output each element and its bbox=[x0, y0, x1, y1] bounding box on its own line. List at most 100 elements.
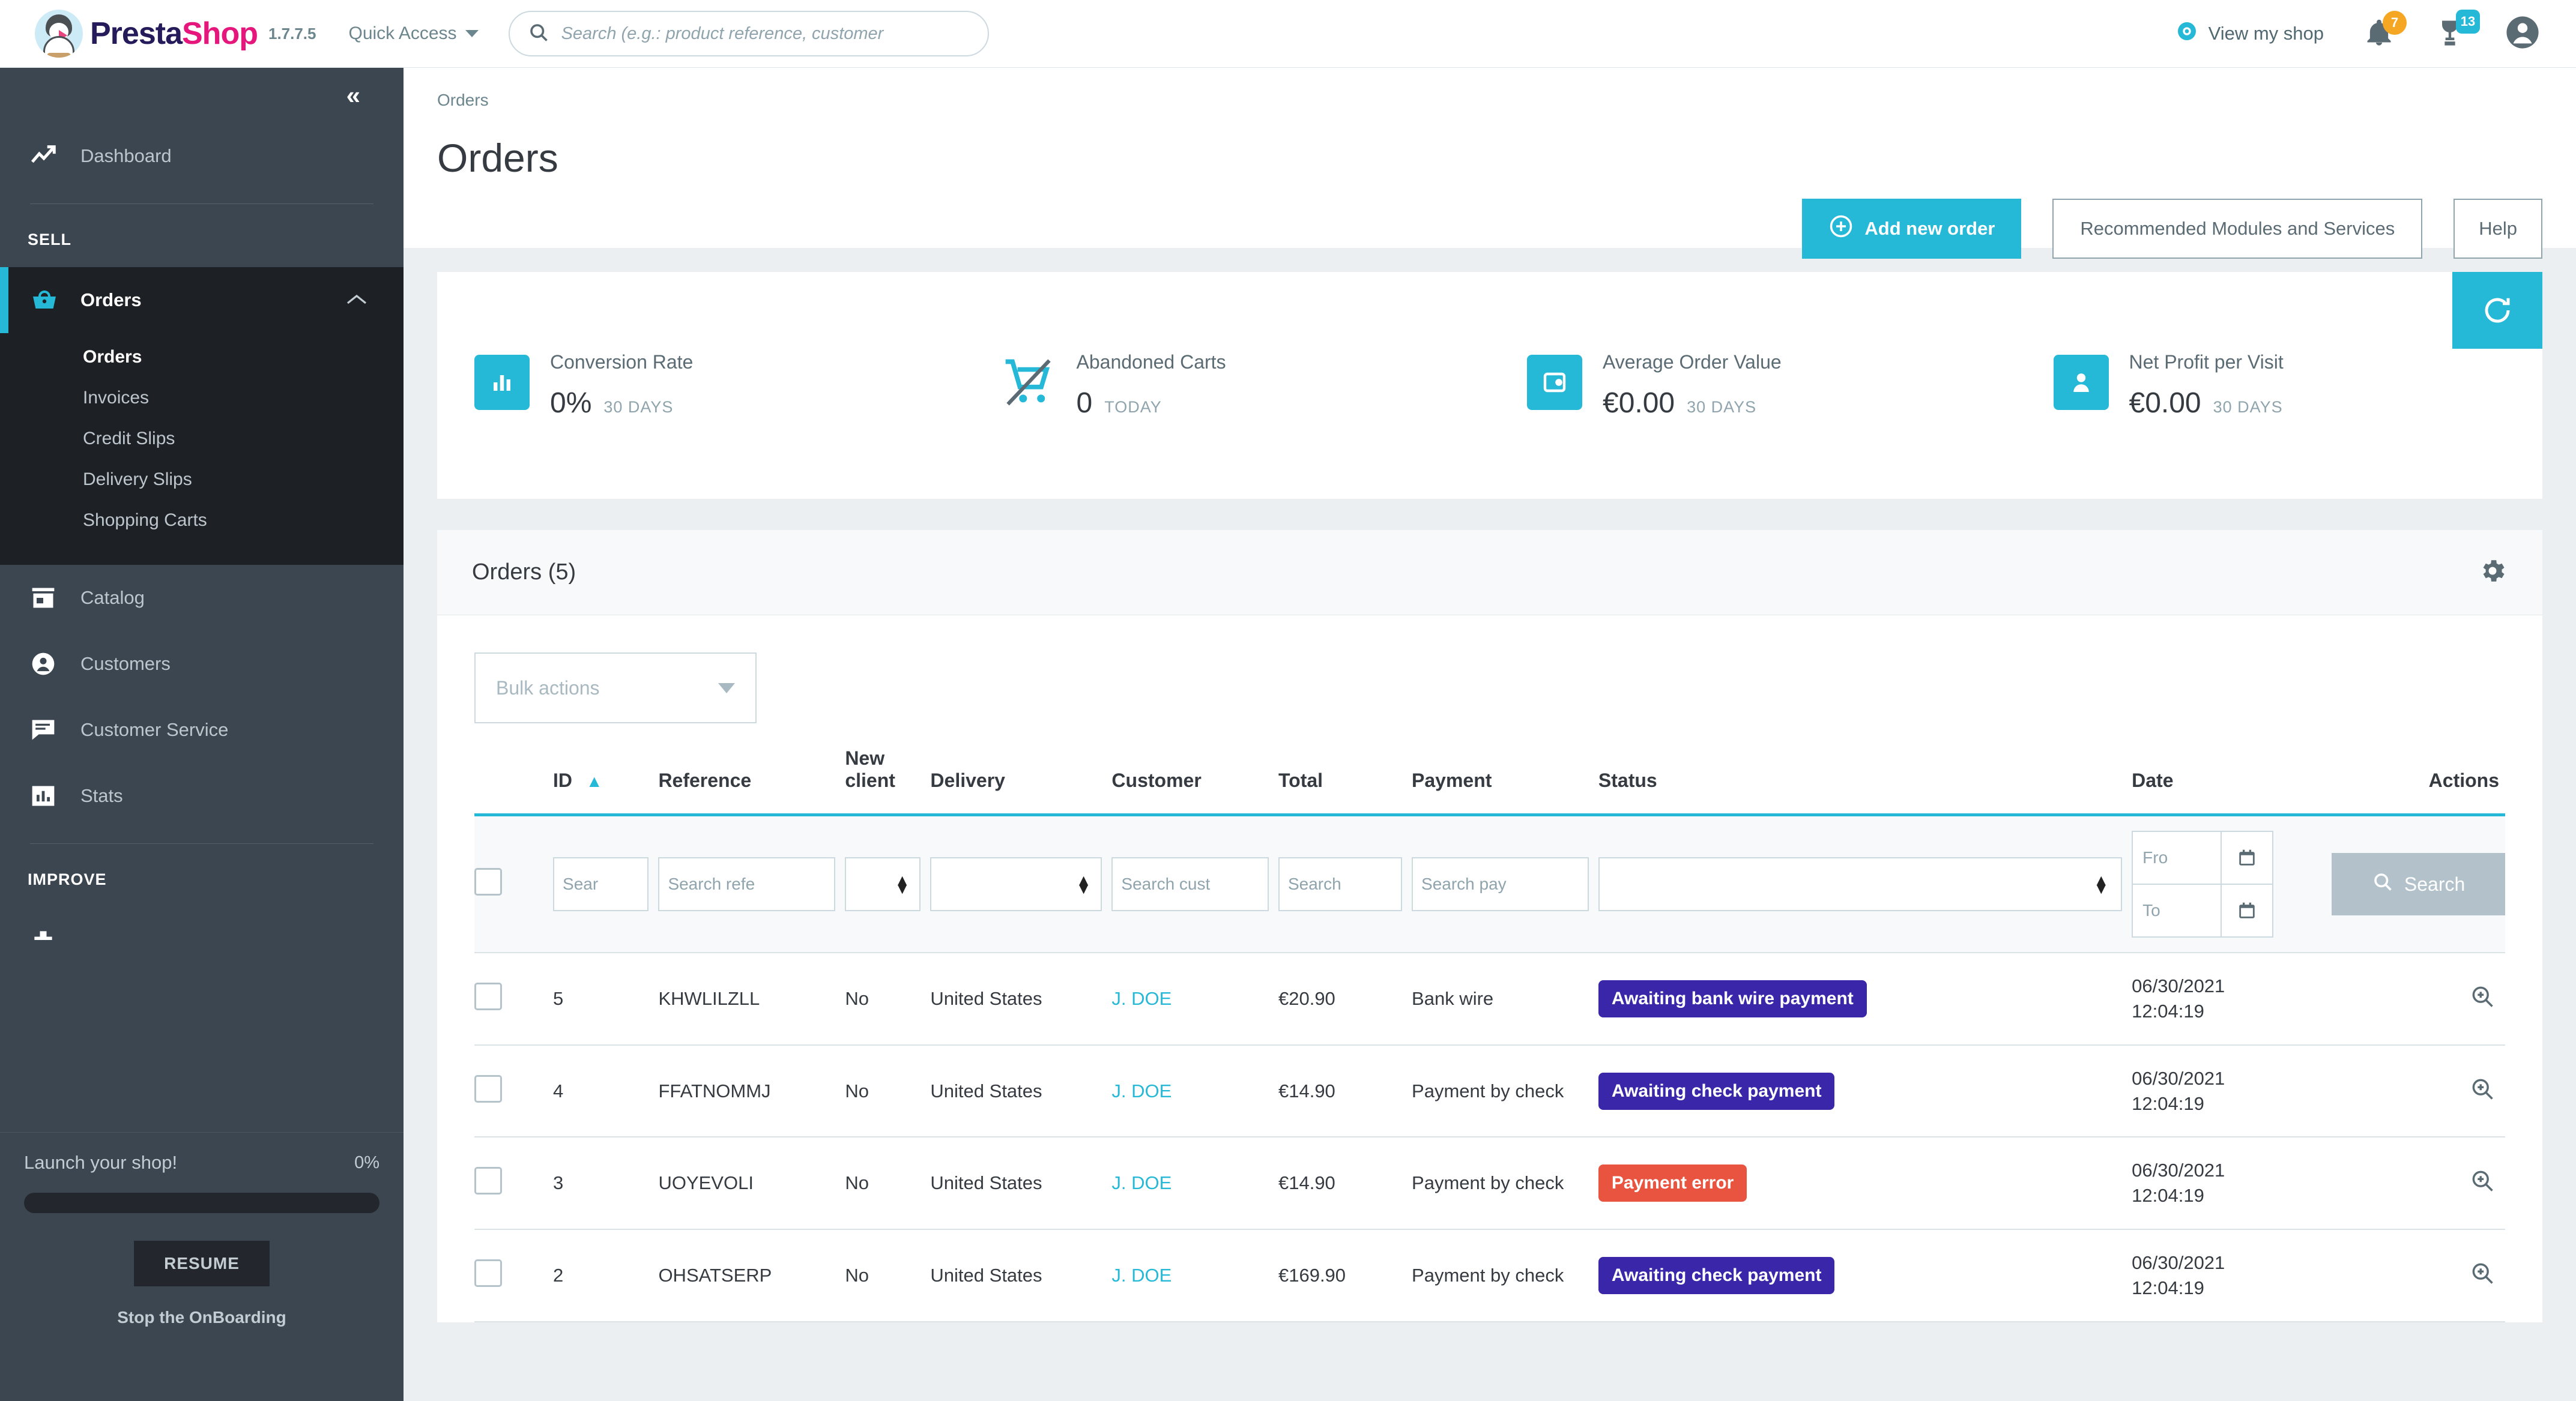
sidebar-section-sell: SELL bbox=[28, 230, 72, 249]
kpi-label: Net Profit per Visit bbox=[2129, 351, 2284, 373]
calendar-icon[interactable] bbox=[2221, 831, 2274, 885]
search-input[interactable] bbox=[561, 23, 970, 44]
th-reference[interactable]: Reference bbox=[658, 723, 845, 815]
kpi-period: 30 DAYS bbox=[2213, 398, 2283, 416]
help-button[interactable]: Help bbox=[2454, 199, 2542, 259]
cell-date: 06/30/2021 12:04:19 bbox=[2132, 1137, 2332, 1229]
th-customer[interactable]: Customer bbox=[1111, 723, 1278, 815]
row-checkbox[interactable] bbox=[474, 1259, 502, 1287]
row-checkbox[interactable] bbox=[474, 1074, 502, 1103]
search-filters-button[interactable]: Search bbox=[2332, 853, 2505, 915]
sidebar-submenu-orders: Orders Invoices Credit Slips Delivery Sl… bbox=[0, 333, 404, 565]
basket-icon bbox=[30, 286, 65, 315]
filter-customer-input[interactable] bbox=[1111, 857, 1269, 911]
notifications-bell-button[interactable]: 7 bbox=[2363, 10, 2407, 52]
th-delivery[interactable]: Delivery bbox=[930, 723, 1111, 815]
view-order-icon[interactable] bbox=[2469, 1263, 2496, 1291]
filter-id-input[interactable] bbox=[553, 857, 649, 911]
table-row[interactable]: 4 FFATNOMMJ No United States J. DOE €14.… bbox=[474, 1045, 2505, 1137]
row-checkbox[interactable] bbox=[474, 1167, 502, 1195]
th-id[interactable]: ID ▲ bbox=[553, 723, 658, 815]
select-all-checkbox[interactable] bbox=[474, 868, 502, 896]
table-row[interactable]: 3 UOYEVOLI No United States J. DOE €14.9… bbox=[474, 1137, 2505, 1230]
sidebar-item-dashboard[interactable]: Dashboard bbox=[0, 123, 404, 189]
filter-payment-input[interactable] bbox=[1412, 857, 1589, 911]
add-new-order-button[interactable]: Add new order bbox=[1802, 199, 2022, 259]
cell-customer[interactable]: J. DOE bbox=[1111, 953, 1278, 1045]
chevron-up-icon bbox=[346, 289, 367, 311]
plus-circle-icon bbox=[1828, 214, 1854, 244]
cell-actions bbox=[2332, 1229, 2505, 1322]
filter-date-to[interactable]: To bbox=[2132, 884, 2274, 938]
brand-logo[interactable]: PrestaShop 1.7.7.5 bbox=[35, 10, 316, 58]
view-order-icon[interactable] bbox=[2469, 986, 2496, 1014]
sidebar-subitem-delivery-slips[interactable]: Delivery Slips bbox=[0, 459, 404, 500]
th-payment[interactable]: Payment bbox=[1412, 723, 1598, 815]
cell-total: €14.90 bbox=[1278, 1080, 1335, 1101]
orders-table-head: ID ▲ Reference New client Delivery Custo… bbox=[474, 723, 2505, 815]
sidebar-collapse-button[interactable]: « bbox=[0, 68, 404, 123]
onboarding-percent: 0% bbox=[354, 1152, 379, 1172]
filter-reference-input[interactable] bbox=[658, 857, 836, 911]
orders-badge: 13 bbox=[2456, 9, 2480, 34]
cell-status: Awaiting check payment bbox=[1598, 1229, 2132, 1322]
cell-customer[interactable]: J. DOE bbox=[1111, 1229, 1278, 1322]
stop-onboarding-link[interactable]: Stop the OnBoarding bbox=[24, 1308, 379, 1327]
orders-notifications-button[interactable]: 13 bbox=[2434, 9, 2480, 52]
resume-button[interactable]: RESUME bbox=[134, 1241, 270, 1286]
sidebar-item-modules[interactable] bbox=[0, 907, 404, 973]
sidebar-item-catalog[interactable]: Catalog bbox=[0, 565, 404, 631]
bulk-actions-dropdown[interactable]: Bulk actions bbox=[474, 652, 757, 723]
chevron-down-icon bbox=[718, 682, 735, 693]
kpi-refresh-button[interactable] bbox=[2452, 272, 2542, 349]
global-search[interactable] bbox=[508, 11, 989, 56]
cell-actions bbox=[2332, 953, 2505, 1045]
sidebar-subitem-shopping-carts[interactable]: Shopping Carts bbox=[0, 500, 404, 541]
sidebar-subitem-orders[interactable]: Orders bbox=[0, 337, 404, 378]
th-total[interactable]: Total bbox=[1278, 723, 1412, 815]
th-select-all bbox=[474, 723, 553, 815]
view-order-icon[interactable] bbox=[2469, 1171, 2496, 1198]
page-header: Orders Orders Add new order Recommended … bbox=[404, 68, 2576, 259]
onboarding-header: Launch your shop! 0% bbox=[24, 1152, 379, 1174]
view-my-shop-link[interactable]: View my shop bbox=[2175, 19, 2324, 48]
cell-total: €20.90 bbox=[1278, 987, 1335, 1009]
filter-new-client-select[interactable]: ▲ ▼ bbox=[845, 857, 921, 911]
view-order-icon[interactable] bbox=[2469, 1079, 2496, 1106]
sidebar-section-improve: IMPROVE bbox=[28, 870, 107, 888]
cell-customer[interactable]: J. DOE bbox=[1111, 1137, 1278, 1229]
onboarding-progress-bar bbox=[24, 1193, 379, 1213]
sidebar-subitem-credit-slips[interactable]: Credit Slips bbox=[0, 418, 404, 459]
th-date[interactable]: Date bbox=[2132, 723, 2332, 815]
recommended-modules-button[interactable]: Recommended Modules and Services bbox=[2052, 199, 2423, 259]
cell-new-client: No bbox=[845, 1264, 869, 1286]
sidebar-item-label: Customers bbox=[80, 653, 171, 674]
cell-customer[interactable]: J. DOE bbox=[1111, 1045, 1278, 1137]
notifications-badge: 7 bbox=[2383, 10, 2407, 35]
calendar-icon[interactable] bbox=[2221, 884, 2274, 938]
gear-icon[interactable] bbox=[2478, 556, 2508, 589]
th-new-client[interactable]: New client bbox=[845, 723, 930, 815]
row-checkbox-cell bbox=[474, 953, 553, 1045]
page-title: Orders bbox=[437, 136, 558, 180]
cell-date-day: 06/30/2021 bbox=[2132, 1067, 2225, 1089]
table-row[interactable]: 2 OHSATSERP No United States J. DOE €169… bbox=[474, 1229, 2505, 1322]
filter-total-input[interactable] bbox=[1278, 857, 1403, 911]
th-status[interactable]: Status bbox=[1598, 723, 2132, 815]
filter-date-from[interactable]: Fro bbox=[2132, 831, 2274, 885]
sidebar-item-customer-service[interactable]: Customer Service bbox=[0, 697, 404, 763]
table-row[interactable]: 5 KHWLILZLL No United States J. DOE €20.… bbox=[474, 953, 2505, 1045]
filter-status-select[interactable]: ▲ ▼ bbox=[1598, 857, 2123, 911]
row-checkbox[interactable] bbox=[474, 982, 502, 1010]
sidebar-subitem-invoices[interactable]: Invoices bbox=[0, 378, 404, 418]
kpi-period: TODAY bbox=[1104, 398, 1162, 416]
sidebar-item-orders[interactable]: Orders bbox=[0, 267, 404, 333]
onboarding-panel: Launch your shop! 0% RESUME Stop the OnB… bbox=[0, 1132, 404, 1401]
add-new-order-label: Add new order bbox=[1864, 218, 1995, 239]
sidebar-item-customers[interactable]: Customers bbox=[0, 631, 404, 697]
user-account-button[interactable] bbox=[2505, 15, 2540, 53]
quick-access-menu[interactable]: Quick Access bbox=[349, 23, 479, 44]
sort-asc-icon[interactable]: ▲ bbox=[586, 772, 603, 791]
filter-delivery-select[interactable]: ▲ ▼ bbox=[930, 857, 1102, 911]
sidebar-item-stats[interactable]: Stats bbox=[0, 763, 404, 829]
